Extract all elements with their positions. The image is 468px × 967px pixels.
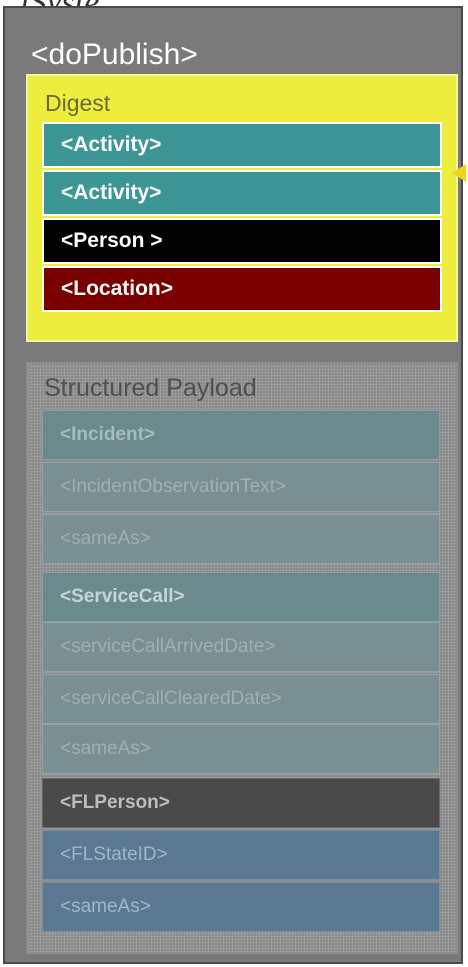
digest-row-location: <Location>: [42, 266, 442, 312]
payload-row-flstateid: <FLStateID>: [42, 830, 440, 880]
payload-row-cleared-date: <serviceCallClearedDate>: [42, 674, 440, 724]
digest-row-person: <Person >: [42, 218, 442, 264]
payload-row-arrived-date: <serviceCallArrivedDate>: [42, 622, 440, 672]
arrow-pointer-icon: [452, 164, 466, 182]
payload-row-incident: <Incident>: [42, 410, 440, 460]
payload-row-flperson: <FLPerson>: [42, 778, 440, 828]
payload-title: Structured Payload: [44, 374, 257, 402]
structured-payload-panel: Structured Payload <Incident> <IncidentO…: [26, 362, 458, 954]
digest-row-activity-2: <Activity>: [42, 170, 442, 216]
digest-row-activity-1: <Activity>: [42, 122, 442, 168]
payload-row-sameas-3: <sameAs>: [42, 882, 440, 932]
dopublish-title: <doPublish>: [31, 38, 198, 71]
payload-row-sameas-1: <sameAs>: [42, 514, 440, 564]
payload-row-sameas-2: <sameAs>: [42, 724, 440, 774]
digest-title: Digest: [45, 90, 111, 116]
payload-row-incident-observation-text: <IncidentObservationText>: [42, 462, 440, 512]
digest-panel: Digest <Activity> <Activity> <Person > <…: [26, 74, 458, 342]
payload-row-servicecall: <ServiceCall>: [42, 572, 440, 622]
